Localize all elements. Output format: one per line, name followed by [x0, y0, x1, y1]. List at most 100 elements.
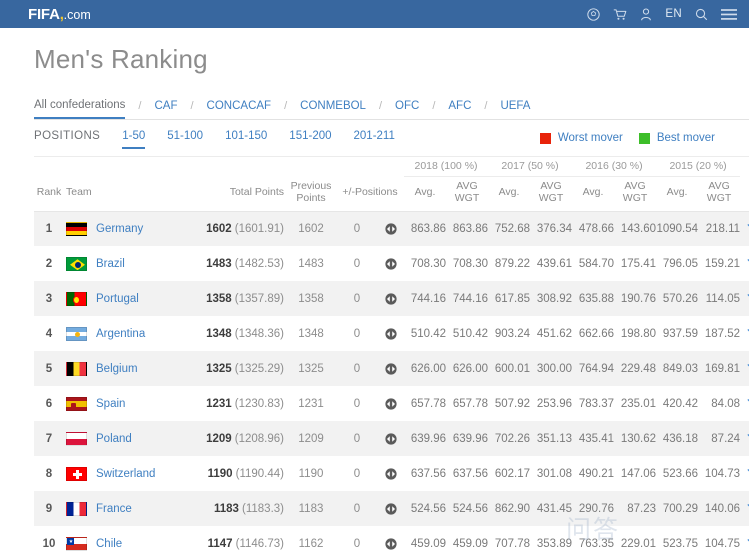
- table-row[interactable]: 8 Switzerland 1190 (1190.44) 1190 0 637.56 637…: [34, 456, 749, 492]
- col-rank[interactable]: Rank: [34, 176, 64, 212]
- row-avgwgt-2018: 524.56: [452, 502, 489, 515]
- language-selector[interactable]: EN: [665, 8, 682, 20]
- row-expand-chevron-icon[interactable]: [740, 526, 749, 554]
- tab-separator: /: [190, 100, 194, 112]
- row-avgwgt-2017: 301.08: [536, 467, 573, 480]
- table-row[interactable]: 2 Brazil 1483 (1482.53) 1483 0 708.30 708.30 87…: [34, 246, 749, 282]
- row-avgwgt-2017: 308.92: [536, 292, 573, 305]
- search-icon[interactable]: [695, 8, 708, 21]
- row-rank: 10: [42, 537, 56, 550]
- row-total-points: 1190 (1190.44): [207, 467, 284, 480]
- row-expand-chevron-icon[interactable]: [740, 386, 749, 421]
- row-team-name[interactable]: Argentina: [96, 328, 145, 340]
- row-team-name[interactable]: Germany: [96, 223, 143, 235]
- row-avgwgt-2017: 300.00: [536, 362, 573, 375]
- row-team-name[interactable]: Switzerland: [96, 468, 155, 480]
- account-icon[interactable]: [640, 7, 652, 21]
- row-expand-chevron-icon[interactable]: [740, 456, 749, 491]
- row-avgwgt-2016: 229.48: [620, 362, 657, 375]
- col-positions-delta[interactable]: +/-Positions: [336, 176, 404, 212]
- table-row[interactable]: 4 Argentina 1348 (1348.36) 1348 0 510.42 510.4…: [34, 316, 749, 352]
- row-avgwgt-2016: 130.62: [620, 432, 657, 445]
- row-team-name[interactable]: France: [96, 503, 132, 515]
- table-row[interactable]: 7 Poland 1209 (1208.96) 1209 0 639.96 639.96 70…: [34, 421, 749, 457]
- row-avg-2015: 849.03: [662, 362, 699, 375]
- rankings-table-container: 2018 (100 %) 2017 (50 %) 2016 (30 %) 201…: [34, 156, 749, 554]
- no-change-arrow-icon: [378, 421, 404, 456]
- row-avgwgt-2015: 187.52: [704, 327, 741, 340]
- col-avgwgt-2017: AVG WGT: [530, 176, 573, 212]
- row-team-name[interactable]: Chile: [96, 538, 122, 550]
- row-avg-2018: 637.56: [410, 467, 446, 480]
- positions-range-1-50[interactable]: 1-50: [122, 130, 146, 149]
- rankings-table-body: 1 Germany 1602 (1601.91) 1602 0 863.86 863.86 7…: [34, 211, 749, 554]
- tab-concacaf[interactable]: CONCACAF: [207, 100, 272, 119]
- tab-afc[interactable]: AFC: [448, 100, 471, 119]
- row-avg-2017: 600.01: [494, 362, 531, 375]
- tab-all-confederations[interactable]: All confederations: [34, 99, 126, 119]
- table-row[interactable]: 9 France 1183 (1183.3) 1183 0 524.56 524.56 862…: [34, 491, 749, 527]
- tab-separator: /: [284, 100, 288, 112]
- table-row[interactable]: 3 Portugal 1358 (1357.89) 1358 0 744.16 744.16…: [34, 281, 749, 317]
- positions-range-151-200[interactable]: 151-200: [289, 130, 331, 149]
- row-avg-2015: 796.05: [662, 257, 699, 270]
- no-change-arrow-icon: [378, 526, 404, 554]
- row-avgwgt-2017: 439.61: [536, 257, 573, 270]
- positions-range-201-211[interactable]: 201-211: [354, 130, 395, 149]
- row-avg-2015: 570.26: [662, 292, 699, 305]
- row-team-cell: Brazil: [64, 246, 194, 281]
- row-total-points: 1602 (1601.91): [206, 223, 284, 235]
- row-avg-2015: 937.59: [662, 327, 699, 340]
- row-expand-chevron-icon[interactable]: [740, 316, 749, 351]
- row-team-name[interactable]: Spain: [96, 398, 125, 410]
- fifa-logo[interactable]: FIFA, .com: [28, 6, 91, 23]
- positions-range-101-150[interactable]: 101-150: [225, 130, 267, 149]
- table-row[interactable]: 6 Spain 1231 (1230.83) 1231 0 657.78 657.78 507…: [34, 386, 749, 422]
- row-expand-chevron-icon[interactable]: [740, 246, 749, 281]
- year-header-2017: 2017 (50 %): [488, 157, 573, 177]
- row-expand-chevron-icon[interactable]: [740, 211, 749, 246]
- table-row[interactable]: 5 Belgium 1325 (1325.29) 1325 0 626.00 626.00 6…: [34, 351, 749, 387]
- menu-icon[interactable]: [721, 8, 737, 21]
- no-change-arrow-icon: [378, 246, 404, 281]
- flag-icon: [66, 431, 87, 446]
- row-avg-2016: 662.66: [578, 327, 615, 340]
- row-team-name[interactable]: Poland: [96, 433, 132, 445]
- table-row[interactable]: 10 Chile 1147 (1146.73) 1162 0 459.09 459.09 70…: [34, 526, 749, 554]
- row-expand-chevron-icon[interactable]: [740, 281, 749, 316]
- row-avgwgt-2016: 175.41: [620, 257, 657, 270]
- tab-conmebol[interactable]: CONMEBOL: [300, 100, 366, 119]
- tab-ofc[interactable]: OFC: [395, 100, 419, 119]
- positions-range-51-100[interactable]: 51-100: [167, 130, 203, 149]
- row-expand-chevron-icon[interactable]: [740, 421, 749, 456]
- flag-icon: [66, 501, 87, 516]
- col-total-points[interactable]: Total Points: [194, 176, 286, 212]
- tab-separator: /: [378, 100, 383, 112]
- row-avg-2016: 290.76: [578, 502, 615, 515]
- row-rank: 4: [45, 327, 53, 340]
- row-team-name[interactable]: Portugal: [96, 293, 139, 305]
- col-avg-2018: Avg.: [404, 176, 446, 212]
- row-avg-2015: 1090.54: [656, 223, 699, 235]
- row-expand-chevron-icon[interactable]: [740, 351, 749, 386]
- col-previous-points[interactable]: Previous Points: [286, 176, 336, 212]
- table-year-header-row: 2018 (100 %) 2017 (50 %) 2016 (30 %) 201…: [34, 157, 749, 177]
- cart-icon[interactable]: [613, 8, 627, 21]
- row-avgwgt-2018: 459.09: [452, 537, 489, 550]
- table-row[interactable]: 1 Germany 1602 (1601.91) 1602 0 863.86 863.86 7…: [34, 211, 749, 247]
- row-avg-2018: 524.56: [410, 502, 446, 515]
- football-icon[interactable]: [587, 7, 601, 21]
- tab-uefa[interactable]: UEFA: [500, 100, 530, 119]
- table-column-header-row: Rank Team Total Points Previous Points +…: [34, 176, 749, 212]
- col-team[interactable]: Team: [64, 176, 194, 212]
- tab-caf[interactable]: CAF: [154, 100, 177, 119]
- row-avg-2015: 523.75: [662, 537, 699, 550]
- year-header-2015: 2015 (20 %): [656, 157, 741, 177]
- row-team-name[interactable]: Belgium: [96, 363, 138, 375]
- row-avgwgt-2018: 626.00: [452, 362, 489, 375]
- row-expand-chevron-icon[interactable]: [740, 491, 749, 526]
- row-previous-points: 1231: [298, 397, 324, 410]
- col-avgwgt-2018: AVG WGT: [446, 176, 489, 212]
- row-team-name[interactable]: Brazil: [96, 258, 125, 270]
- row-avgwgt-2015: 87.24: [711, 432, 741, 445]
